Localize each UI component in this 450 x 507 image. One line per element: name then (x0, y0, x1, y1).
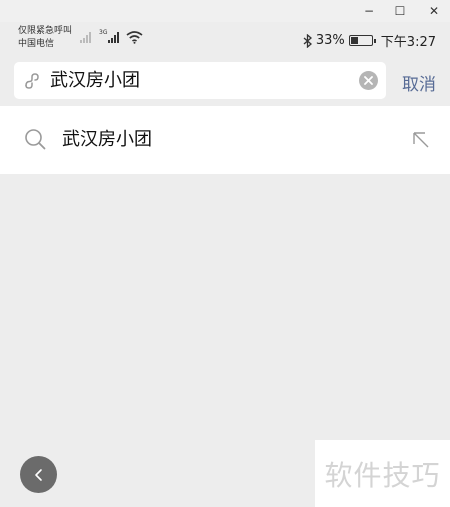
signal-icon (80, 31, 91, 43)
close-window-button[interactable]: ✕ (419, 0, 449, 22)
cancel-button[interactable]: 取消 (402, 70, 436, 95)
clear-icon (364, 76, 373, 85)
battery-fill (350, 37, 359, 44)
battery-icon (348, 35, 376, 46)
carrier-emergency-text: 仅限紧急呼叫 (18, 26, 73, 36)
mini-program-icon (25, 73, 39, 89)
carrier-info: 仅限紧急呼叫 中国电信 (18, 25, 72, 51)
suggestion-text: 武汉房小团 (62, 129, 152, 150)
network-type-label: 3G (99, 29, 108, 36)
signal-icon (108, 31, 119, 43)
wifi-icon (126, 31, 143, 44)
status-bar: 仅限紧急呼叫 中国电信 3G 33% 下午3:27 (0, 22, 450, 56)
carrier-name: 中国电信 (18, 39, 55, 49)
search-icon (25, 129, 46, 150)
minimize-button[interactable]: − (354, 0, 384, 22)
battery-percent: 33% (315, 33, 345, 48)
chevron-left-icon (34, 468, 42, 481)
clock-time: 下午3:27 (380, 35, 436, 50)
search-input[interactable]: 武汉房小团 (14, 62, 386, 99)
window-title-bar: − ☐ ✕ (0, 0, 450, 22)
bluetooth-icon (303, 33, 312, 48)
back-button[interactable] (20, 456, 57, 493)
maximize-button[interactable]: ☐ (385, 0, 415, 22)
search-query[interactable]: 武汉房小团 (50, 69, 140, 93)
search-bar: 武汉房小团 取消 (0, 56, 450, 106)
clear-search-button[interactable] (359, 71, 378, 90)
watermark-text: 软件技巧 (315, 440, 450, 507)
search-suggestion-item[interactable]: 武汉房小团 (0, 106, 450, 174)
status-right-group: 33% 下午3:27 (303, 31, 436, 50)
fill-arrow-icon[interactable] (412, 131, 430, 149)
